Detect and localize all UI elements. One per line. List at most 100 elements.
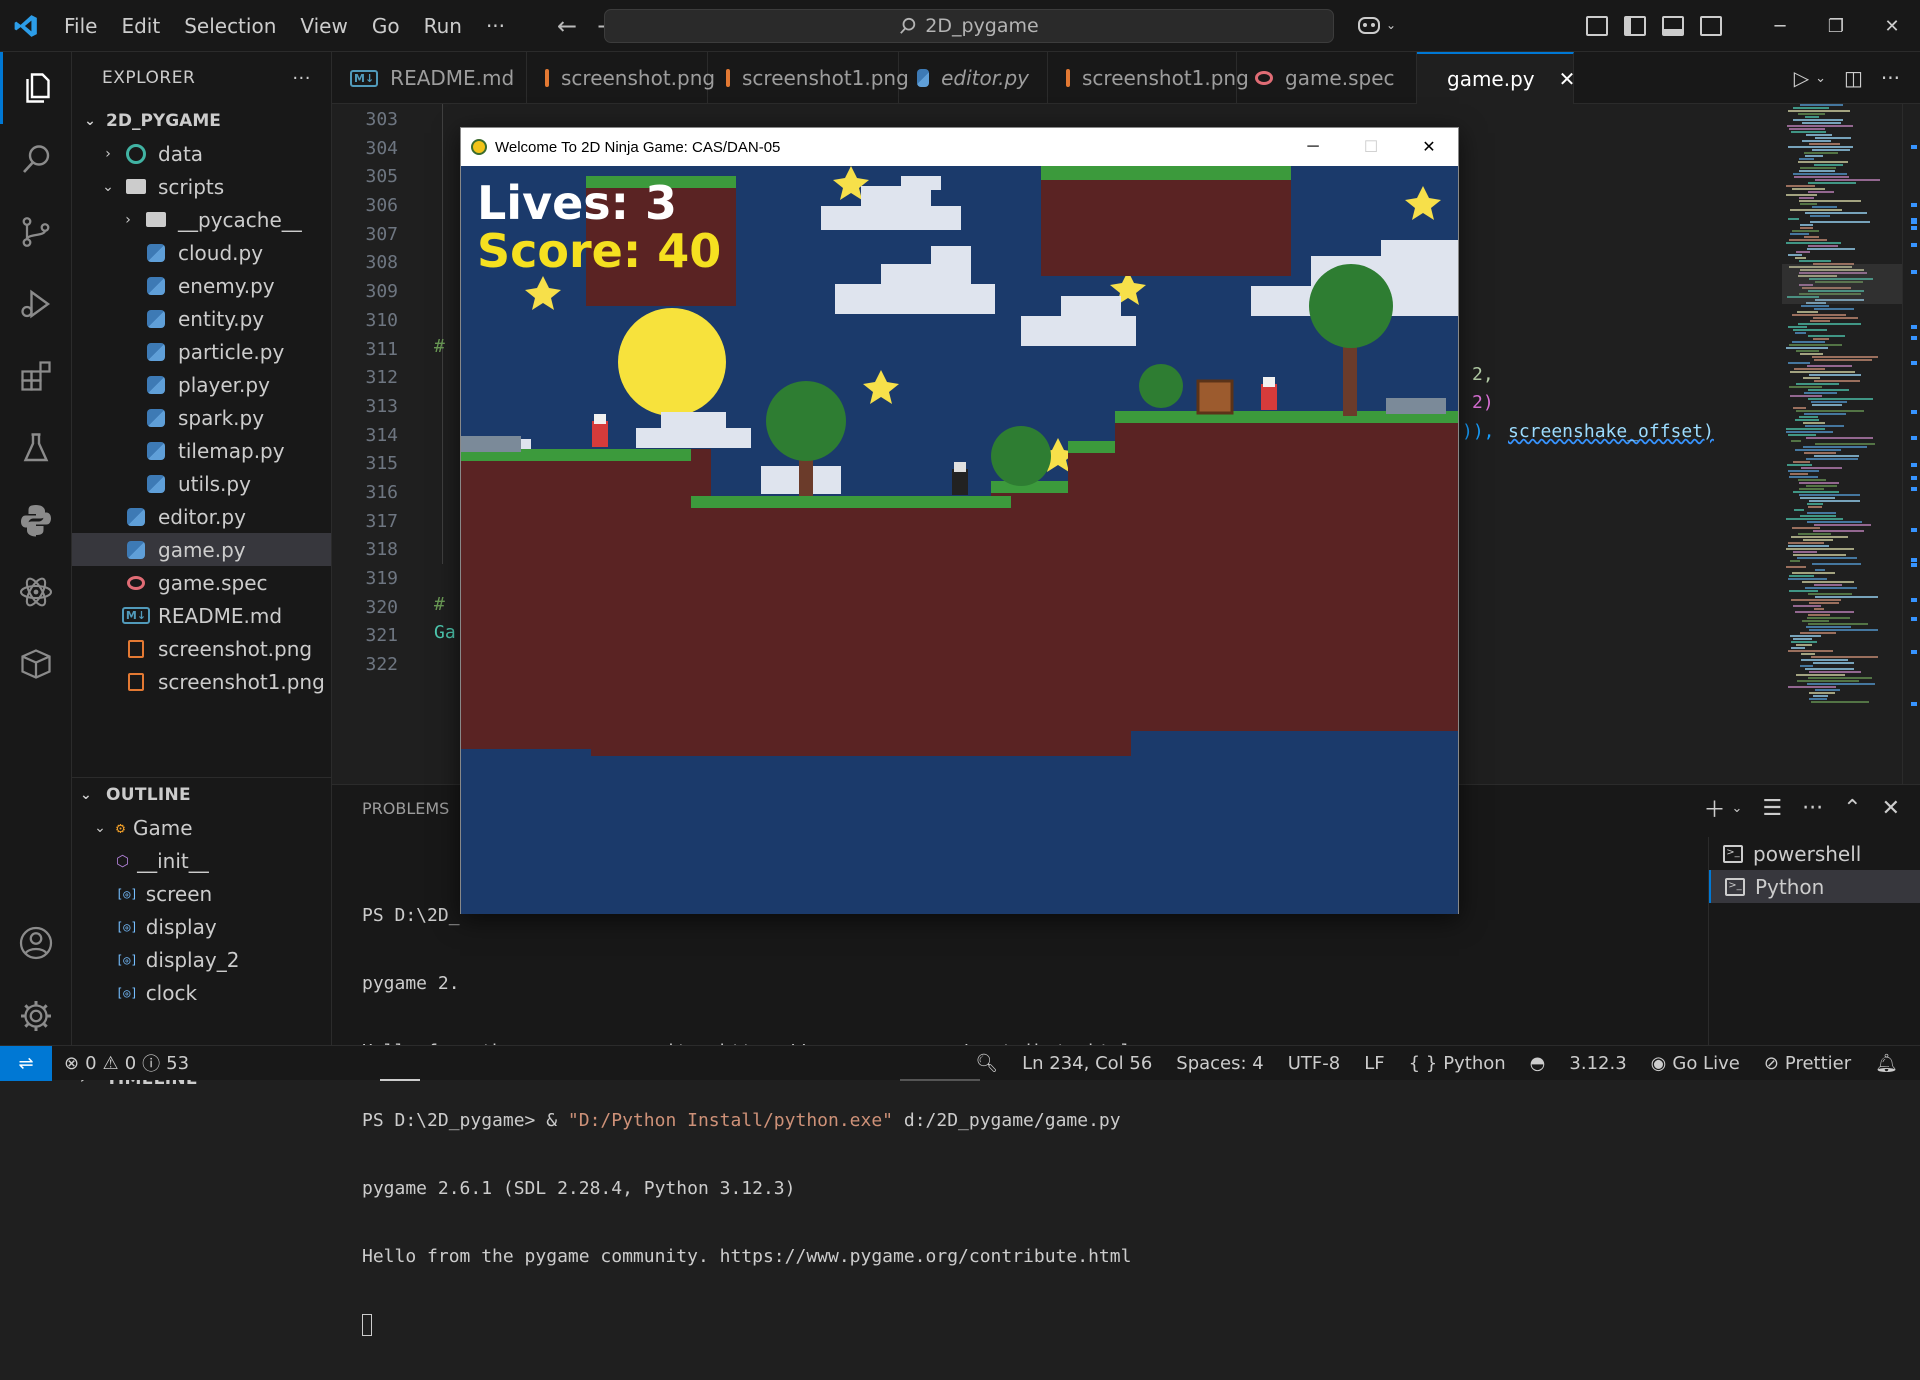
- language-mode[interactable]: { } Python: [1397, 1053, 1518, 1074]
- problems-status[interactable]: ⊗ 0 ⚠ 0 ⓘ 53: [52, 1050, 201, 1076]
- explorer-icon[interactable]: [0, 52, 72, 124]
- explorer-item[interactable]: spark.py: [72, 401, 331, 434]
- maximize-icon[interactable]: ☐: [1342, 128, 1400, 166]
- tab-game-py[interactable]: game.py ✕: [1417, 52, 1576, 104]
- explorer-item[interactable]: particle.py: [72, 335, 331, 368]
- remote-explorer-icon[interactable]: [0, 628, 72, 700]
- explorer-item[interactable]: editor.py: [72, 500, 331, 533]
- run-debug-icon[interactable]: [0, 268, 72, 340]
- outline-item[interactable]: [◎] display_2: [72, 943, 332, 976]
- menu-run[interactable]: Run: [412, 0, 474, 52]
- tab-readme-md[interactable]: M↓ README.md: [332, 52, 527, 104]
- end-of-line[interactable]: LF: [1352, 1053, 1396, 1074]
- chevron-down-icon[interactable]: ⌄: [1732, 801, 1743, 816]
- editor-scrollbar[interactable]: [1902, 104, 1920, 784]
- copilot-button[interactable]: ⌄: [1356, 14, 1396, 36]
- pygame-window-titlebar[interactable]: Welcome To 2D Ninja Game: CAS/DAN-05 ─ ☐…: [461, 128, 1458, 166]
- minimize-icon[interactable]: ─: [1284, 128, 1342, 166]
- zoom-icon[interactable]: 🔍︎: [963, 1053, 1010, 1074]
- tab-editor-py[interactable]: editor.py: [899, 52, 1048, 104]
- minimap-slider[interactable]: [1782, 264, 1902, 304]
- react-atom-icon[interactable]: [0, 556, 72, 628]
- game-canvas[interactable]: Lives: 3 Score: 40: [461, 166, 1458, 914]
- minimap-line: [1796, 410, 1864, 412]
- copilot-status-icon[interactable]: ◓: [1518, 1053, 1558, 1074]
- explorer-item[interactable]: cloud.py: [72, 236, 331, 269]
- accounts-icon[interactable]: [0, 907, 72, 979]
- remote-indicator-icon[interactable]: ⇌: [0, 1045, 52, 1081]
- explorer-item[interactable]: player.py: [72, 368, 331, 401]
- explorer-item[interactable]: screenshot1.png: [72, 665, 331, 698]
- search-icon[interactable]: [0, 124, 72, 196]
- menu-selection[interactable]: Selection: [172, 0, 288, 52]
- explorer-item[interactable]: game.spec: [72, 566, 331, 599]
- terminal-item-python[interactable]: >_ Python: [1709, 870, 1920, 903]
- tab-game-spec[interactable]: game.spec: [1237, 52, 1417, 104]
- python-interpreter[interactable]: 3.12.3: [1557, 1053, 1638, 1074]
- menu-more[interactable]: ···: [474, 0, 517, 52]
- explorer-root[interactable]: ⌄ 2D_PYGAME: [72, 104, 331, 137]
- close-icon[interactable]: ✕: [1864, 0, 1920, 52]
- maximize-panel-icon[interactable]: ⌃: [1843, 796, 1861, 821]
- new-terminal-icon[interactable]: ＋: [1703, 792, 1725, 824]
- tab-screenshot-png[interactable]: screenshot.png: [527, 52, 715, 104]
- explorer-item[interactable]: utils.py: [72, 467, 331, 500]
- back-arrow-icon[interactable]: ←: [557, 12, 577, 40]
- extensions-icon[interactable]: [0, 340, 72, 412]
- restore-icon[interactable]: ❐: [1808, 0, 1864, 52]
- testing-icon[interactable]: [0, 412, 72, 484]
- explorer-item[interactable]: ⌄ scripts: [72, 170, 331, 203]
- explorer-item[interactable]: enemy.py: [72, 269, 331, 302]
- more-actions-icon[interactable]: ···: [1802, 796, 1823, 821]
- go-live-button[interactable]: ◉ Go Live: [1639, 1053, 1752, 1074]
- notifications-bell-icon[interactable]: 🔔︎: [1863, 1053, 1910, 1074]
- outline-item[interactable]: ⬡ __init__: [72, 844, 332, 877]
- chevron-down-icon[interactable]: ⌄: [1815, 71, 1826, 86]
- close-panel-icon[interactable]: ✕: [1882, 796, 1900, 821]
- toggle-sidebar-icon[interactable]: [1624, 16, 1646, 36]
- terminal-output[interactable]: PS D:\2D_ pygame 2. Hello from the pygam…: [362, 861, 1131, 1380]
- tab-problems[interactable]: PROBLEMS: [362, 799, 449, 818]
- minimize-icon[interactable]: ─: [1752, 0, 1808, 52]
- tab-screenshot1-png[interactable]: screenshot1.png: [708, 52, 909, 104]
- minimap[interactable]: [1782, 104, 1902, 744]
- command-center-search[interactable]: 2D_pygame: [604, 9, 1334, 43]
- menu-edit[interactable]: Edit: [109, 0, 172, 52]
- outline-item[interactable]: [◎] screen: [72, 877, 332, 910]
- explorer-item[interactable]: entity.py: [72, 302, 331, 335]
- tab-screenshot1-png[interactable]: screenshot1.png: [1048, 52, 1249, 104]
- minimap-line: [1795, 419, 1819, 421]
- python-icon[interactable]: [0, 484, 72, 556]
- indentation[interactable]: Spaces: 4: [1164, 1053, 1275, 1074]
- menu-view[interactable]: View: [288, 0, 359, 52]
- more-actions-icon[interactable]: ···: [1881, 66, 1900, 90]
- pygame-window[interactable]: Welcome To 2D Ninja Game: CAS/DAN-05 ─ ☐…: [460, 127, 1459, 914]
- run-python-file-icon[interactable]: ▷: [1794, 66, 1809, 90]
- cursor-position[interactable]: Ln 234, Col 56: [1010, 1053, 1164, 1074]
- settings-gear-icon[interactable]: [0, 980, 72, 1052]
- explorer-item[interactable]: tilemap.py: [72, 434, 331, 467]
- outline-header[interactable]: ⌄ OUTLINE: [72, 778, 332, 811]
- customize-layout-icon[interactable]: [1586, 16, 1608, 36]
- source-control-icon[interactable]: [0, 196, 72, 268]
- toggle-panel-icon[interactable]: [1662, 16, 1684, 36]
- close-icon[interactable]: ✕: [1400, 128, 1458, 166]
- menu-file[interactable]: File: [52, 0, 109, 52]
- toggle-secondary-sidebar-icon[interactable]: [1700, 16, 1722, 36]
- clear-terminal-icon[interactable]: ☰: [1762, 796, 1782, 821]
- outline-item[interactable]: [◎] display: [72, 910, 332, 943]
- explorer-more-icon[interactable]: ···: [292, 68, 311, 89]
- prettier-button[interactable]: ⊘ Prettier: [1752, 1053, 1863, 1074]
- explorer-item[interactable]: › __pycache__: [72, 203, 331, 236]
- split-editor-icon[interactable]: ◫: [1844, 66, 1863, 90]
- terminal-item-powershell[interactable]: >_ powershell: [1709, 837, 1920, 870]
- menu-go[interactable]: Go: [360, 0, 412, 52]
- outline-item[interactable]: ⌄ ⚙ Game: [72, 811, 332, 844]
- explorer-item[interactable]: › data: [72, 137, 331, 170]
- encoding[interactable]: UTF-8: [1276, 1053, 1352, 1074]
- outline-item[interactable]: [◎] clock: [72, 976, 332, 1009]
- explorer-item[interactable]: M↓ README.md: [72, 599, 331, 632]
- close-tab-icon[interactable]: ✕: [1559, 67, 1576, 91]
- explorer-item[interactable]: screenshot.png: [72, 632, 331, 665]
- explorer-item[interactable]: game.py: [72, 533, 331, 566]
